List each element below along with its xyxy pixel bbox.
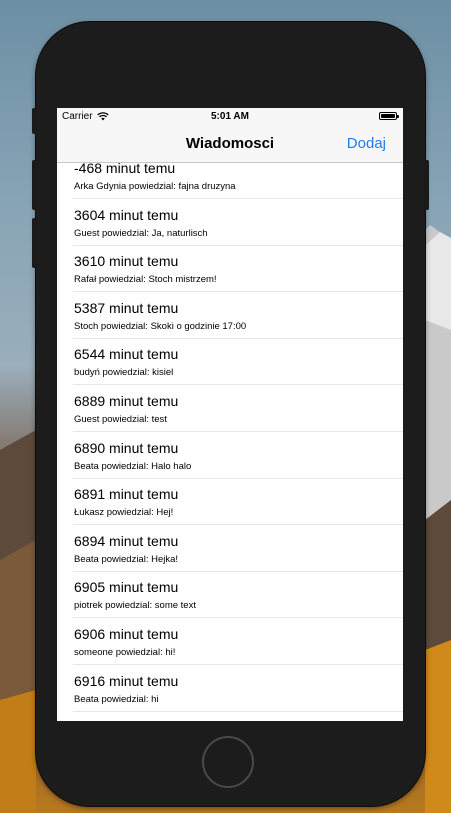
message-text: Arka Gdynia powiedzial: fajna druzyna xyxy=(74,181,236,192)
message-row[interactable]: 3604 minut temu Guest powiedzial: Ja, nat… xyxy=(57,200,403,246)
message-time: 6905 minut temu xyxy=(74,579,179,596)
message-row[interactable]: 6891 minut temu Łukasz powiedzial: Hej! xyxy=(57,479,403,526)
message-time: 3610 minut temu xyxy=(74,253,179,270)
power-button xyxy=(424,160,429,210)
row-separator xyxy=(73,710,403,712)
message-text: Rafał powiedzial: Stoch mistrzem! xyxy=(74,274,217,286)
message-text: piotrek powiedzial: some text xyxy=(74,600,196,612)
message-text: someone powiedzial: hi! xyxy=(74,647,176,658)
message-text: Łukasz powiedzial: Hej! xyxy=(74,507,174,519)
message-row[interactable]: 6544 minut temu budyń powiedzial: kisiel xyxy=(57,339,403,386)
message-time: 6889 minut temu xyxy=(74,393,179,409)
message-time: 5387 minut temu xyxy=(74,299,179,316)
message-row[interactable]: 6890 minut temu Beata powiedzial: Halo ha… xyxy=(57,433,403,479)
message-text: budyń powiedzial: kisiel xyxy=(74,367,174,379)
home-button[interactable] xyxy=(202,736,254,788)
message-row[interactable]: 6894 minut temu Beata powiedzial: Hejka! xyxy=(57,526,403,572)
add-button[interactable]: Dodaj xyxy=(347,135,386,152)
message-row[interactable]: -468 minut temu Arka Gdynia powiedzial: f… xyxy=(57,163,403,199)
message-time: 6544 minut temu xyxy=(74,346,179,363)
status-bar: Carrier 5:01 AM xyxy=(57,108,403,126)
message-time: 6891 minut temu xyxy=(74,486,179,503)
message-row[interactable]: 6916 minut temu Beata powiedzial: hi xyxy=(57,666,403,712)
navigation-bar: Wiadomosci Dodaj xyxy=(57,126,403,163)
message-row[interactable]: 6889 minut temu Guest powiedzial: test xyxy=(57,386,403,432)
message-time: -468 minut temu xyxy=(74,163,176,176)
status-time: 5:01 AM xyxy=(211,111,249,122)
message-list[interactable]: -468 minut temu Arka Gdynia powiedzial: f… xyxy=(57,163,403,721)
app-screen: Carrier 5:01 AM Wiadomosci Dodaj -468 mi… xyxy=(57,108,403,721)
message-text: Beata powiedzial: Hejka! xyxy=(74,553,179,565)
message-text: Beata powiedzial: hi xyxy=(74,693,159,705)
message-text: Stoch powiedzial: Skoki o godzinie 17:00 xyxy=(74,320,247,332)
message-text: Guest powiedzial: test xyxy=(74,414,167,425)
message-time: 6894 minut temu xyxy=(74,532,179,549)
message-text: Guest powiedzial: Ja, naturlisch xyxy=(74,227,208,239)
message-time: 6906 minut temu xyxy=(74,626,179,642)
message-row[interactable]: 6906 minut temu someone powiedzial: hi! xyxy=(57,619,403,665)
message-text: Beata powiedzial: Halo halo xyxy=(74,460,192,472)
battery-icon xyxy=(379,112,399,120)
volume-up-button xyxy=(32,160,37,210)
message-time: 6890 minut temu xyxy=(74,439,179,456)
message-row[interactable]: 6905 minut temu piotrek powiedzial: some … xyxy=(57,572,403,619)
message-time: 6916 minut temu xyxy=(74,672,179,689)
message-row[interactable]: 3610 minut temu Rafał powiedzial: Stoch m… xyxy=(57,246,403,293)
message-time: 3604 minut temu xyxy=(74,206,179,223)
volume-down-button xyxy=(32,218,37,268)
mute-switch xyxy=(32,108,37,134)
message-row[interactable]: 5387 minut temu Stoch powiedzial: Skoki o… xyxy=(57,293,403,339)
